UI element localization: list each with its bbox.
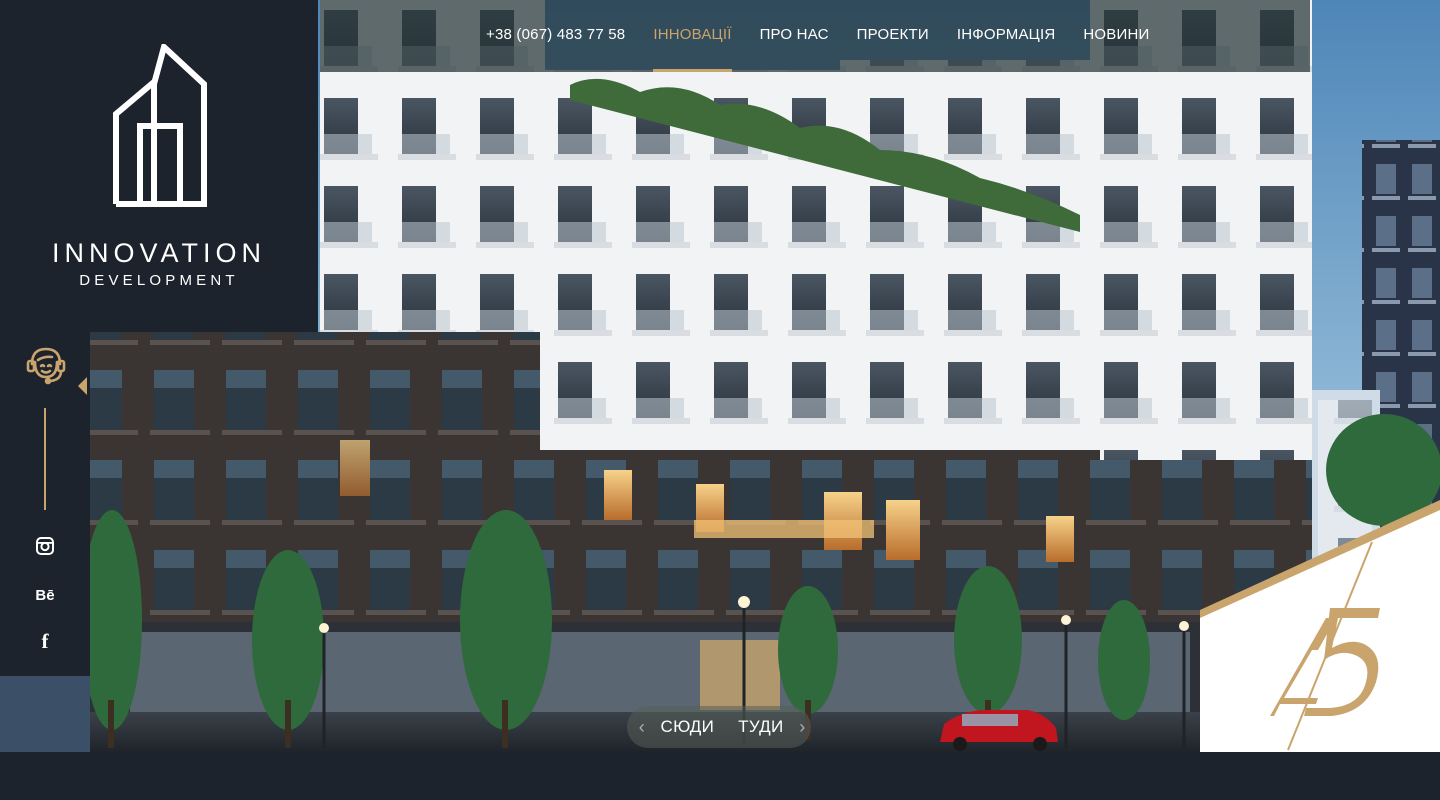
nav-item-news[interactable]: НОВИНИ bbox=[1083, 0, 1149, 72]
brand-subtitle: DEVELOPMENT bbox=[79, 272, 239, 289]
a5-monogram-icon[interactable] bbox=[1200, 500, 1440, 752]
page: +38 (067) 483 77 58 ІННОВАЦІЇ ПРО НАС ПР… bbox=[0, 0, 1440, 800]
nav-item-information[interactable]: ІНФОРМАЦІЯ bbox=[957, 0, 1056, 72]
top-navigation: +38 (067) 483 77 58 ІННОВАЦІЇ ПРО НАС ПР… bbox=[320, 0, 1310, 72]
slider-controls: ‹ СЮДИ ТУДИ › bbox=[627, 706, 811, 748]
nav-item-innovations[interactable]: ІННОВАЦІЇ bbox=[653, 0, 732, 72]
divider-line bbox=[44, 408, 46, 510]
panel-caret-icon bbox=[78, 377, 87, 395]
behance-icon[interactable]: Bē bbox=[30, 580, 60, 610]
phone-link[interactable]: +38 (067) 483 77 58 bbox=[486, 0, 625, 72]
facebook-icon[interactable]: f bbox=[30, 626, 60, 656]
slider-prev-button[interactable]: СЮДИ bbox=[661, 717, 715, 737]
instagram-icon[interactable] bbox=[30, 531, 60, 561]
building-logo-icon bbox=[113, 44, 207, 207]
headset-support-icon[interactable] bbox=[22, 340, 70, 388]
nav-items: +38 (067) 483 77 58 ІННОВАЦІЇ ПРО НАС ПР… bbox=[486, 0, 1177, 72]
nav-item-about[interactable]: ПРО НАС bbox=[760, 0, 829, 72]
slider-next-button[interactable]: ТУДИ bbox=[738, 717, 783, 737]
nav-item-projects[interactable]: ПРОЕКТИ bbox=[857, 0, 929, 72]
side-bar: Bē f bbox=[0, 332, 90, 676]
bottom-bar bbox=[0, 752, 1440, 800]
arrow-left-icon[interactable]: ‹ bbox=[633, 717, 651, 738]
arrow-right-icon[interactable]: › bbox=[794, 717, 812, 738]
logo-panel[interactable]: INNOVATION DEVELOPMENT bbox=[0, 0, 318, 332]
brand-name: INNOVATION bbox=[51, 238, 266, 268]
